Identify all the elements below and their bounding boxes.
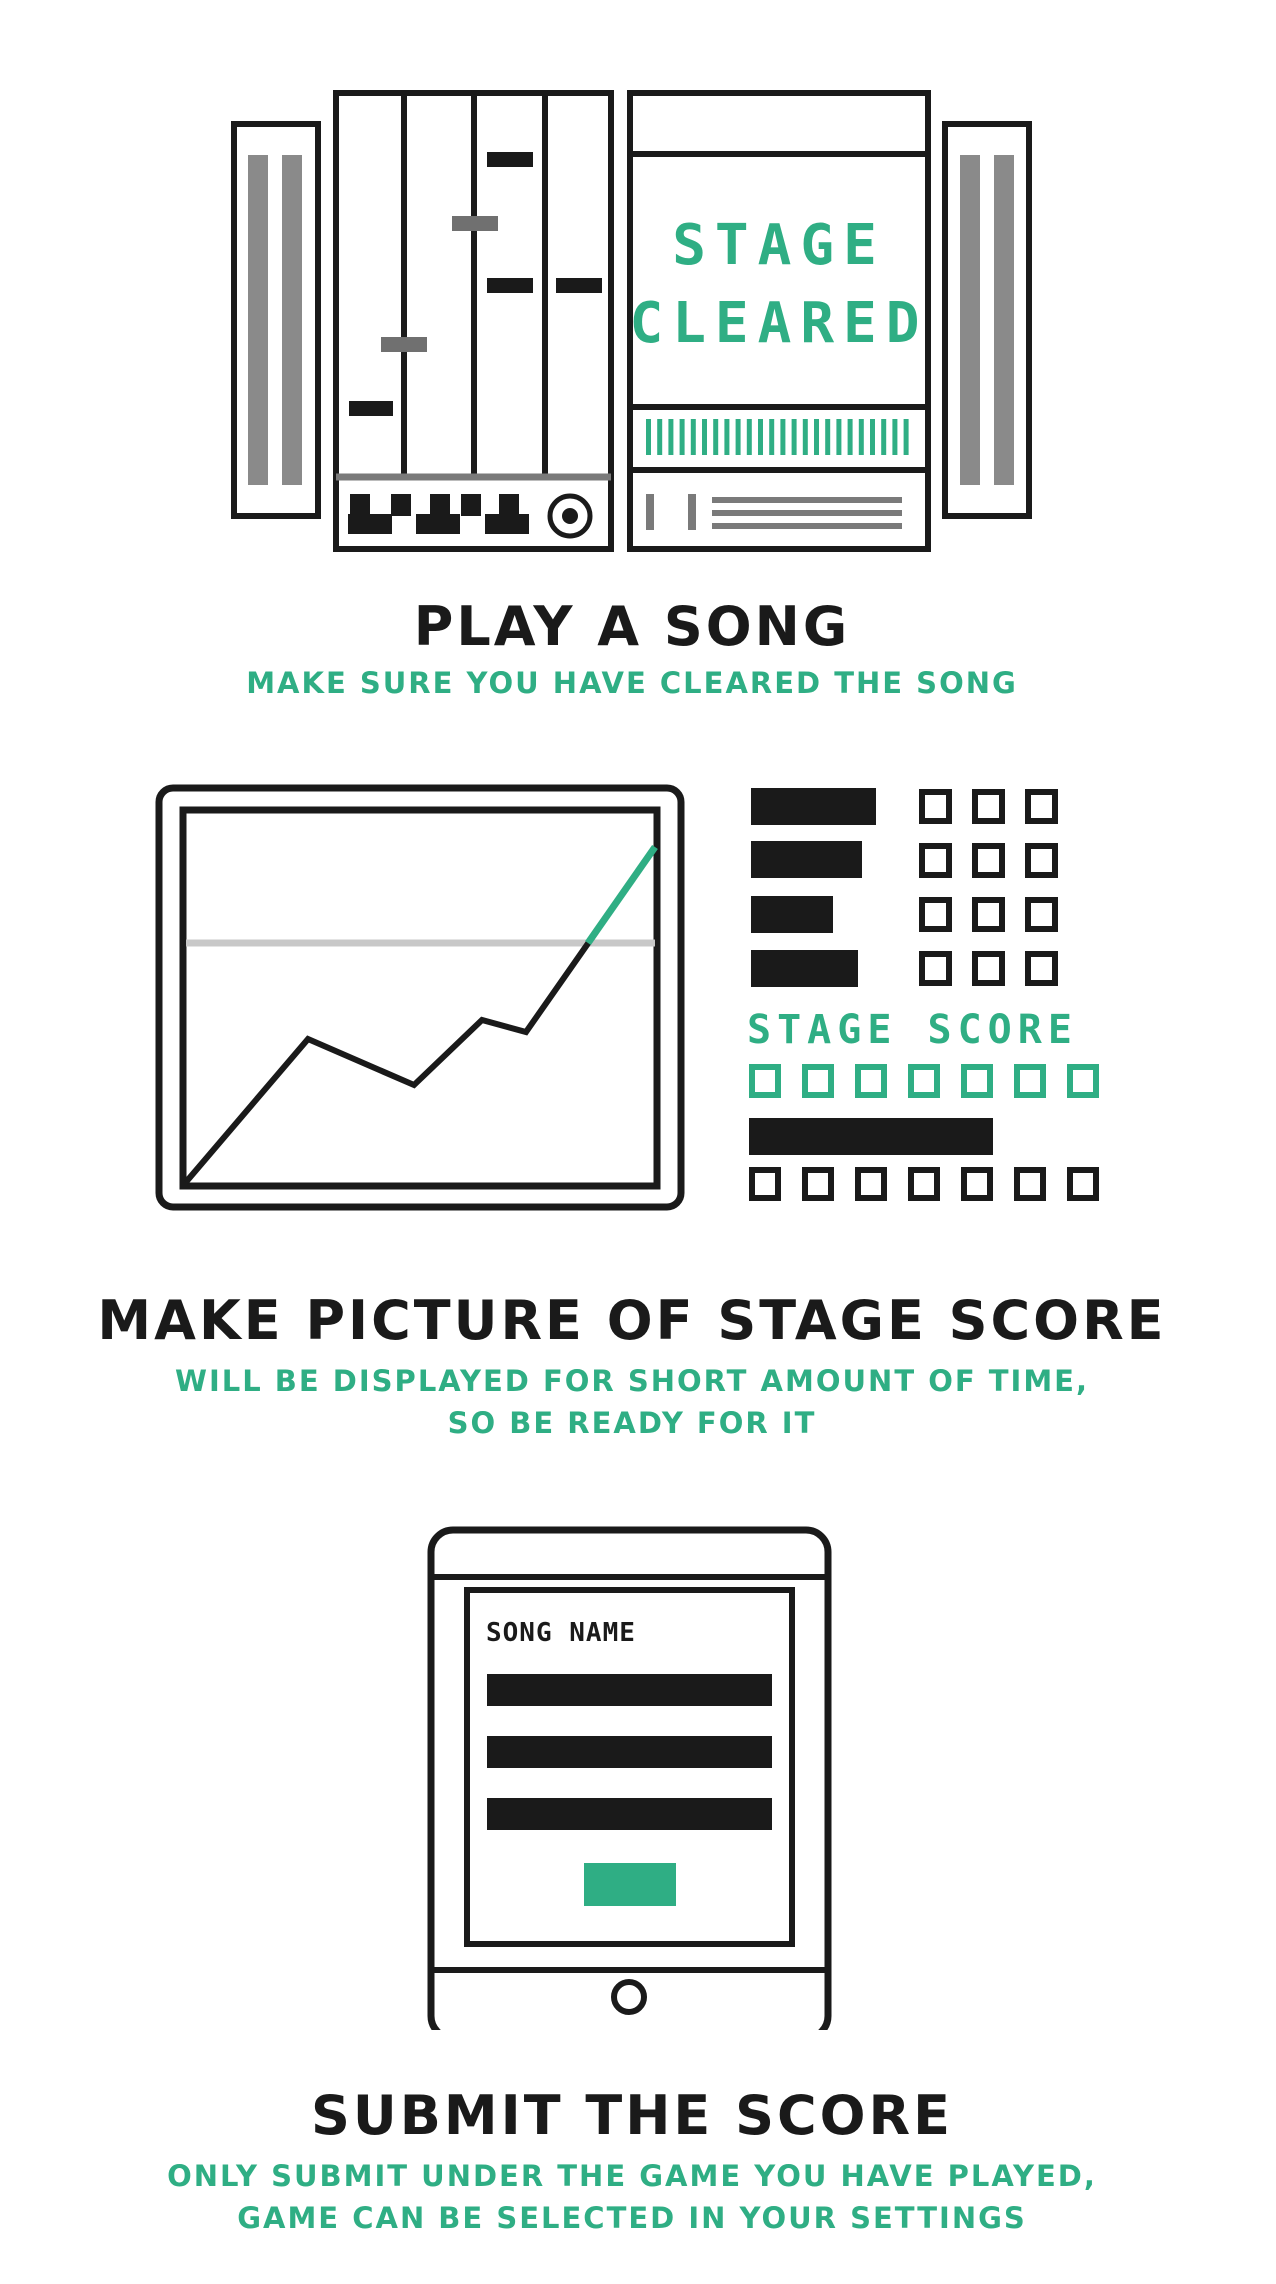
- gauge-bar: [758, 419, 763, 455]
- grade-cell: [1025, 951, 1058, 986]
- gauge-bar: [825, 419, 831, 455]
- ex-score-digit: [1014, 1167, 1046, 1201]
- score-digit: [961, 1064, 993, 1098]
- gauge-bar: [870, 419, 875, 455]
- score-digit: [908, 1064, 940, 1098]
- result-screen: STAGE CLEARED: [627, 90, 931, 552]
- grade-cell: [1025, 897, 1058, 932]
- score-digit: [855, 1064, 887, 1098]
- score-panel: STAGE SCORE: [747, 788, 1099, 1201]
- score-graph: [155, 784, 685, 1211]
- step-1-title: PLAY A SONG: [413, 595, 851, 658]
- step-3-subtitle: ONLY SUBMIT UNDER THE GAME YOU HAVE PLAY…: [0, 2155, 1264, 2239]
- score-screen-icon: STAGE SCORE: [155, 784, 1099, 1211]
- form-submit-button: [584, 1863, 676, 1906]
- ex-score-digits: [749, 1167, 1099, 1201]
- gauge-bar: [836, 419, 842, 455]
- tablet: [427, 1526, 832, 2030]
- gauge-bar: [713, 419, 719, 455]
- stage-text: STAGE: [672, 213, 886, 278]
- cleared-text: CLEARED: [629, 291, 928, 356]
- gauge-bar: [903, 419, 909, 455]
- arcade-cabinet-icon: STAGE CLEARED: [231, 90, 1032, 552]
- score-digits: [749, 1064, 1099, 1098]
- grade-cell: [919, 897, 952, 932]
- note-highway: [333, 90, 614, 552]
- grade-cell: [972, 789, 1005, 824]
- grade-cell: [972, 897, 1005, 932]
- gauge-bar: [769, 419, 775, 455]
- ex-score-digit: [961, 1167, 993, 1201]
- gauge-bar: [847, 419, 853, 455]
- grade-cell: [1025, 789, 1058, 824]
- step-1-subtitle: MAKE SURE YOU HAVE CLEARED THE SONG: [0, 664, 1264, 702]
- gauge-bar: [780, 419, 786, 455]
- ex-score-digit: [802, 1167, 834, 1201]
- gauge-bar: [668, 419, 674, 455]
- gauge-bar: [881, 419, 887, 455]
- stage-score-label: STAGE SCORE: [747, 1007, 1078, 1053]
- form-field-2: [487, 1736, 772, 1768]
- gauge-bar: [646, 419, 651, 455]
- song-name-label: SONG NAME: [486, 1618, 636, 1648]
- right-speaker: [942, 121, 1032, 519]
- gauge-bar: [724, 419, 730, 455]
- grade-cell: [919, 843, 952, 878]
- gauge-bar: [735, 419, 741, 455]
- grade-grid: [919, 789, 1058, 986]
- gauge-bar: [791, 419, 797, 455]
- gauge-bar: [802, 419, 808, 455]
- score-digit: [1014, 1064, 1046, 1098]
- step-3-title: SUBMIT THE SCORE: [311, 2084, 953, 2147]
- step-3-subtitle-line-2: GAME CAN BE SELECTED IN YOUR SETTINGS: [237, 2201, 1027, 2235]
- grade-cell: [972, 843, 1005, 878]
- step-3-subtitle-line-1: ONLY SUBMIT UNDER THE GAME YOU HAVE PLAY…: [167, 2159, 1097, 2193]
- gauge-bar: [702, 419, 707, 455]
- gauge-bar: [746, 419, 752, 455]
- ex-score-digit: [1067, 1167, 1099, 1201]
- ex-score-digit: [908, 1167, 940, 1201]
- gauge-bar: [690, 419, 696, 455]
- score-digit: [802, 1064, 834, 1098]
- gauge-bar: [814, 419, 819, 455]
- step-2-subtitle-line-1: WILL BE DISPLAYED FOR SHORT AMOUNT OF TI…: [174, 1364, 1090, 1398]
- gauge-bar: [679, 419, 685, 455]
- form-field-3: [487, 1798, 772, 1830]
- ex-score-digit: [749, 1167, 781, 1201]
- gauge-bar: [892, 419, 898, 455]
- step-1-subtitle-line-1: MAKE SURE YOU HAVE CLEARED THE SONG: [246, 666, 1018, 700]
- gauge-bar: [858, 419, 864, 455]
- tablet-form-icon: SONG NAME: [427, 1526, 832, 2030]
- ex-score-digit: [855, 1167, 887, 1201]
- step-2-subtitle: WILL BE DISPLAYED FOR SHORT AMOUNT OF TI…: [0, 1360, 1264, 1444]
- form-field-1: [487, 1674, 772, 1706]
- score-digit: [1067, 1064, 1099, 1098]
- left-speaker: [231, 121, 321, 519]
- submit-form: SONG NAME: [464, 1587, 795, 1947]
- clear-gauge: [646, 419, 909, 455]
- step-2-subtitle-line-2: SO BE READY FOR IT: [447, 1406, 817, 1440]
- grade-cell: [1025, 843, 1058, 878]
- step-2-title: MAKE PICTURE OF STAGE SCORE: [97, 1289, 1167, 1352]
- grade-cell: [972, 951, 1005, 986]
- score-digit: [749, 1064, 781, 1098]
- grade-cell: [919, 789, 952, 824]
- gauge-bar: [657, 419, 663, 455]
- grade-cell: [919, 951, 952, 986]
